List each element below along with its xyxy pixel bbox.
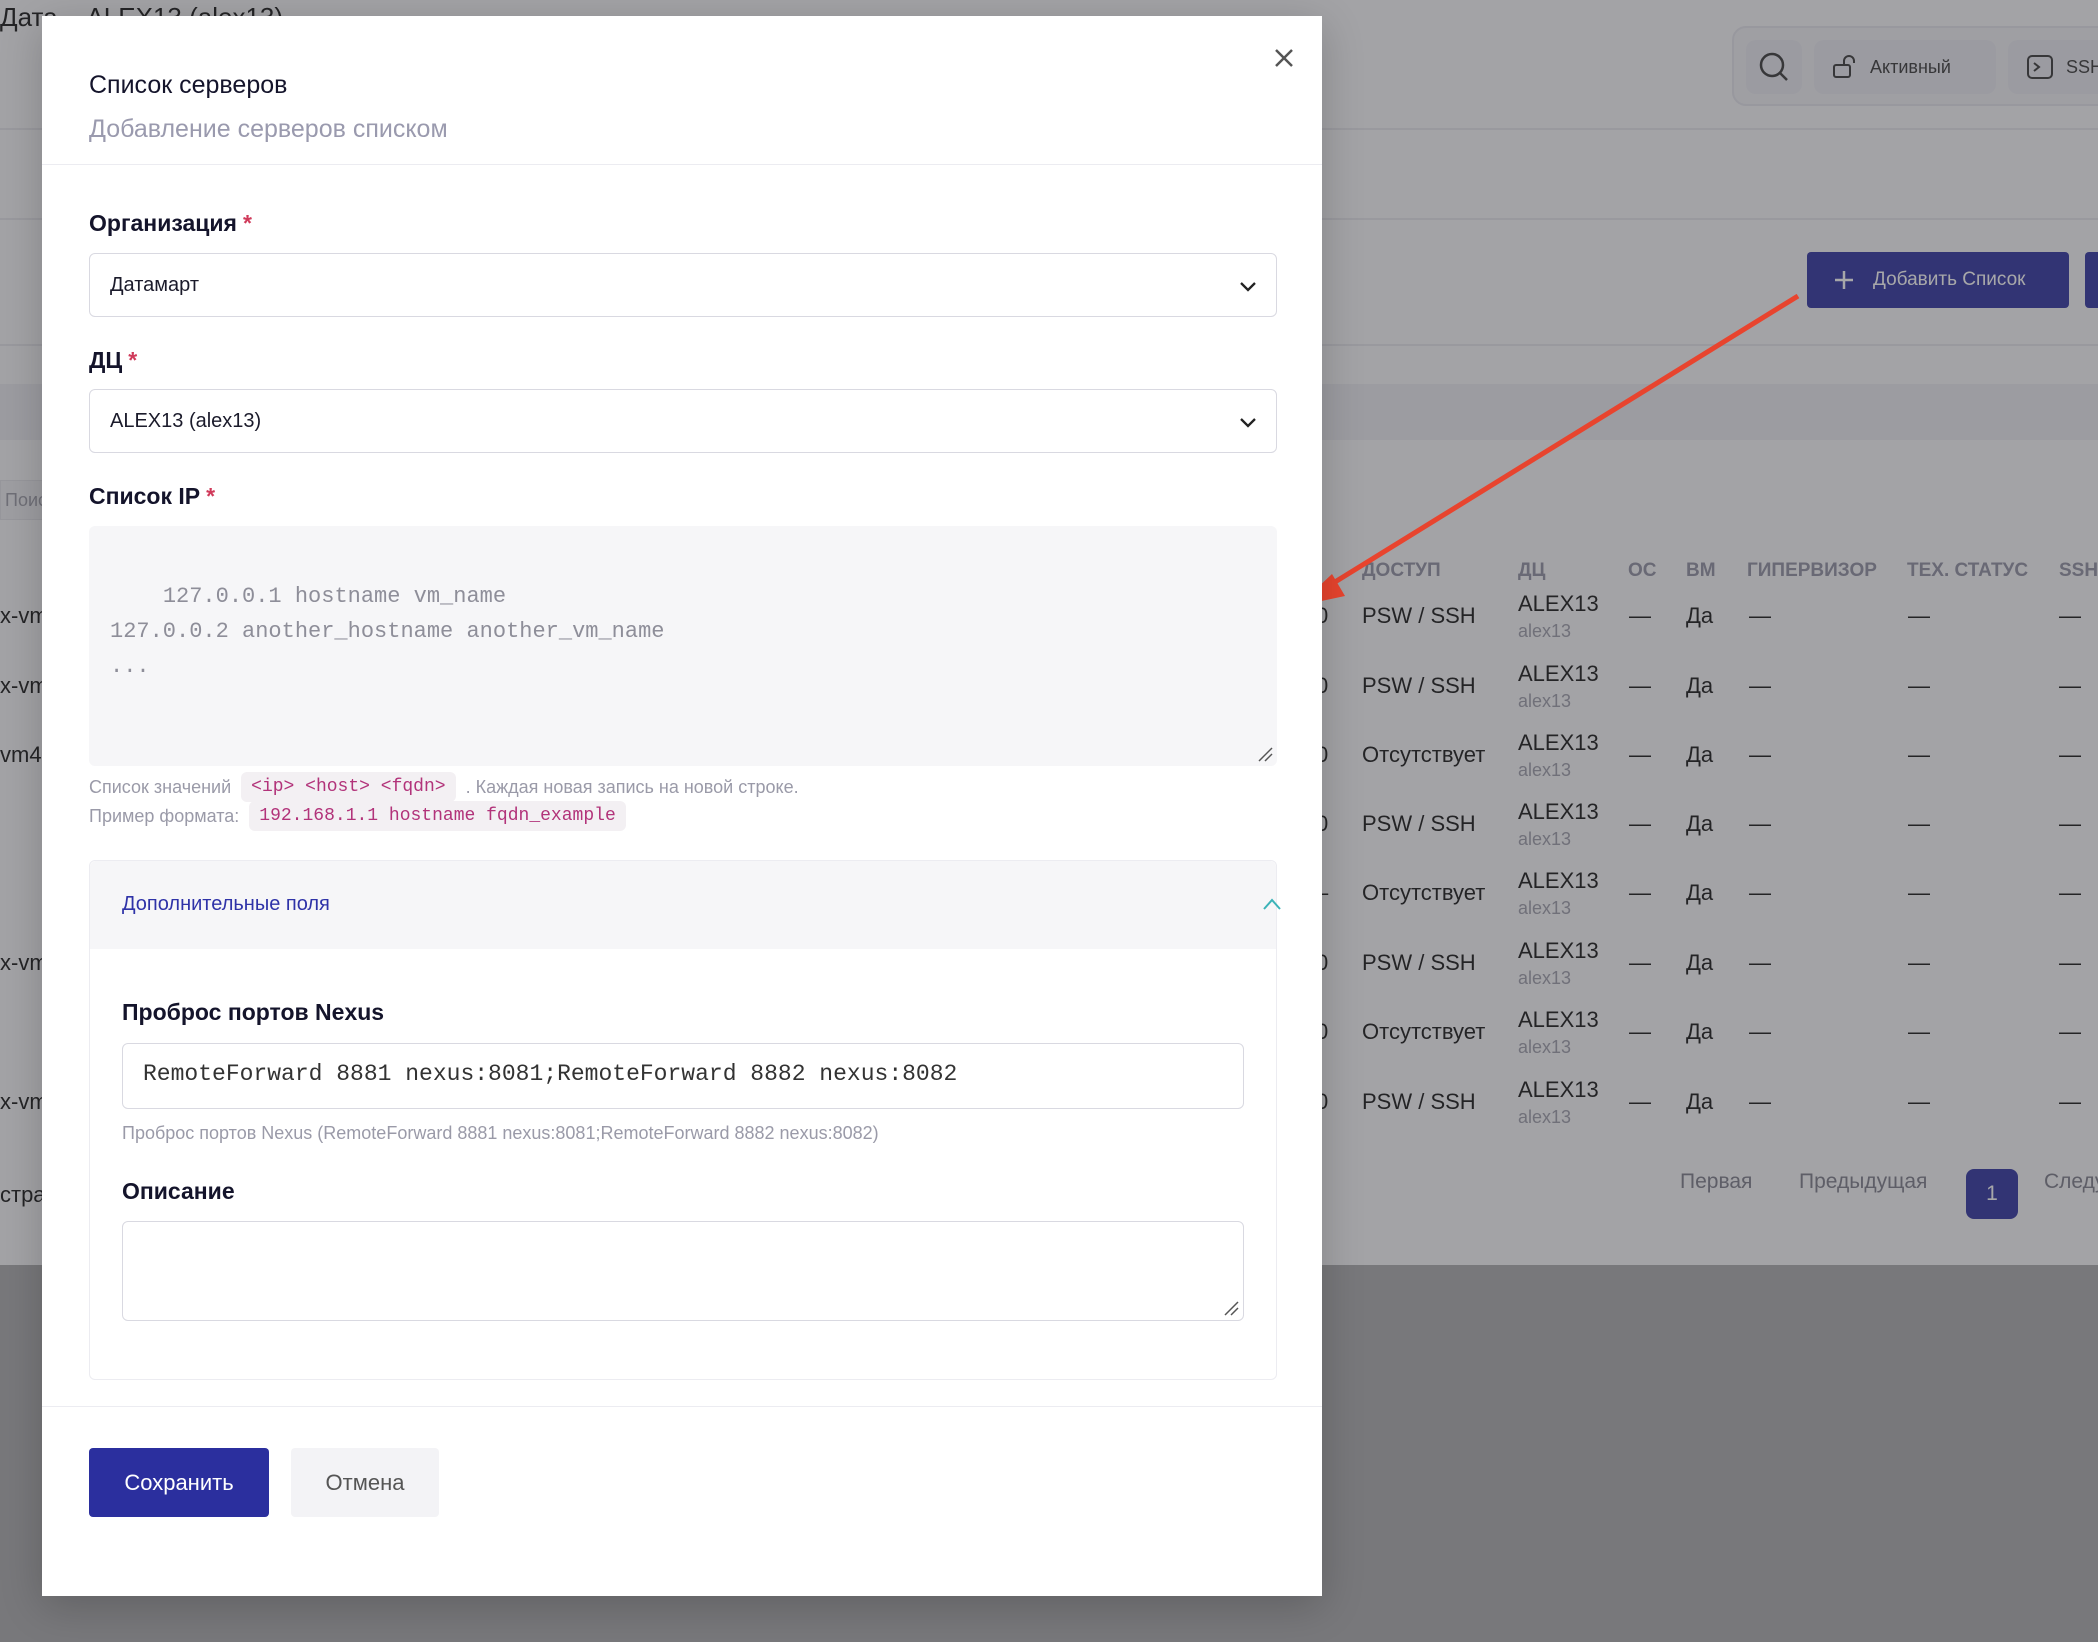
- help-text: Список значений: [89, 776, 232, 797]
- additional-fields-label[interactable]: Дополнительные поля: [122, 893, 330, 916]
- description-label: Описание: [122, 1178, 235, 1204]
- example-code: 192.168.1.1 hostname fqdn_example: [249, 801, 626, 831]
- chevron-up-icon[interactable]: [1262, 897, 1282, 911]
- modal-header: Список серверов Добавление серверов спис…: [42, 16, 1322, 165]
- ip-help-line-1: Список значений <ip> <host> <fqdn> . Каж…: [89, 772, 799, 802]
- required-mark: *: [242, 210, 252, 236]
- server-list-modal: Список серверов Добавление серверов спис…: [42, 16, 1322, 1596]
- ip-list-label: Список IP *: [89, 483, 215, 510]
- nexus-help: Проброс портов Nexus (RemoteForward 8881…: [122, 1123, 879, 1143]
- nexus-input[interactable]: RemoteForward 8881 nexus:8081;RemoteForw…: [122, 1043, 1244, 1109]
- org-label-text: Организация: [89, 210, 237, 236]
- chevron-down-icon: [1240, 418, 1256, 428]
- dc-label-text: ДЦ: [89, 347, 123, 373]
- additional-fields-panel: Дополнительные поля Проброс портов Nexus…: [89, 860, 1281, 1380]
- nexus-input-value: RemoteForward 8881 nexus:8081;RemoteForw…: [143, 1061, 958, 1087]
- required-mark: *: [206, 483, 216, 509]
- ip-list-placeholder: 127.0.0.1 hostname vm_name 127.0.0.2 ano…: [110, 584, 665, 679]
- modal-title: Список серверов: [89, 71, 288, 99]
- help-text: . Каждая новая запись на новой строке.: [465, 776, 799, 797]
- dc-select[interactable]: ALEX13 (alex13): [89, 389, 1277, 453]
- resize-handle-icon[interactable]: [1223, 1300, 1239, 1316]
- ip-list-textarea[interactable]: 127.0.0.1 hostname vm_name 127.0.0.2 ano…: [89, 526, 1277, 766]
- cancel-button[interactable]: Отмена: [291, 1448, 439, 1517]
- resize-handle-icon[interactable]: [1257, 746, 1273, 762]
- dc-select-value: ALEX13 (alex13): [110, 409, 262, 432]
- org-select[interactable]: Датамарт: [89, 253, 1277, 317]
- required-mark: *: [128, 347, 138, 373]
- close-icon: [1275, 49, 1293, 67]
- modal-subtitle: Добавление серверов списком: [89, 115, 448, 143]
- format-code: <ip> <host> <fqdn>: [241, 772, 456, 802]
- dc-label: ДЦ *: [89, 347, 137, 374]
- chevron-down-icon: [1240, 282, 1256, 292]
- additional-fields-header[interactable]: Дополнительные поля: [90, 861, 1281, 949]
- save-button[interactable]: Сохранить: [89, 1448, 269, 1517]
- org-label: Организация *: [89, 210, 252, 237]
- nexus-label: Проброс портов Nexus: [122, 999, 385, 1025]
- org-select-value: Датамарт: [110, 273, 200, 296]
- help-text: Пример формата:: [89, 805, 240, 826]
- close-button[interactable]: [1264, 38, 1304, 78]
- ip-list-label-text: Список IP: [89, 483, 201, 509]
- ip-help-line-2: Пример формата: 192.168.1.1 hostname fqd…: [89, 801, 636, 831]
- description-textarea[interactable]: [122, 1221, 1244, 1321]
